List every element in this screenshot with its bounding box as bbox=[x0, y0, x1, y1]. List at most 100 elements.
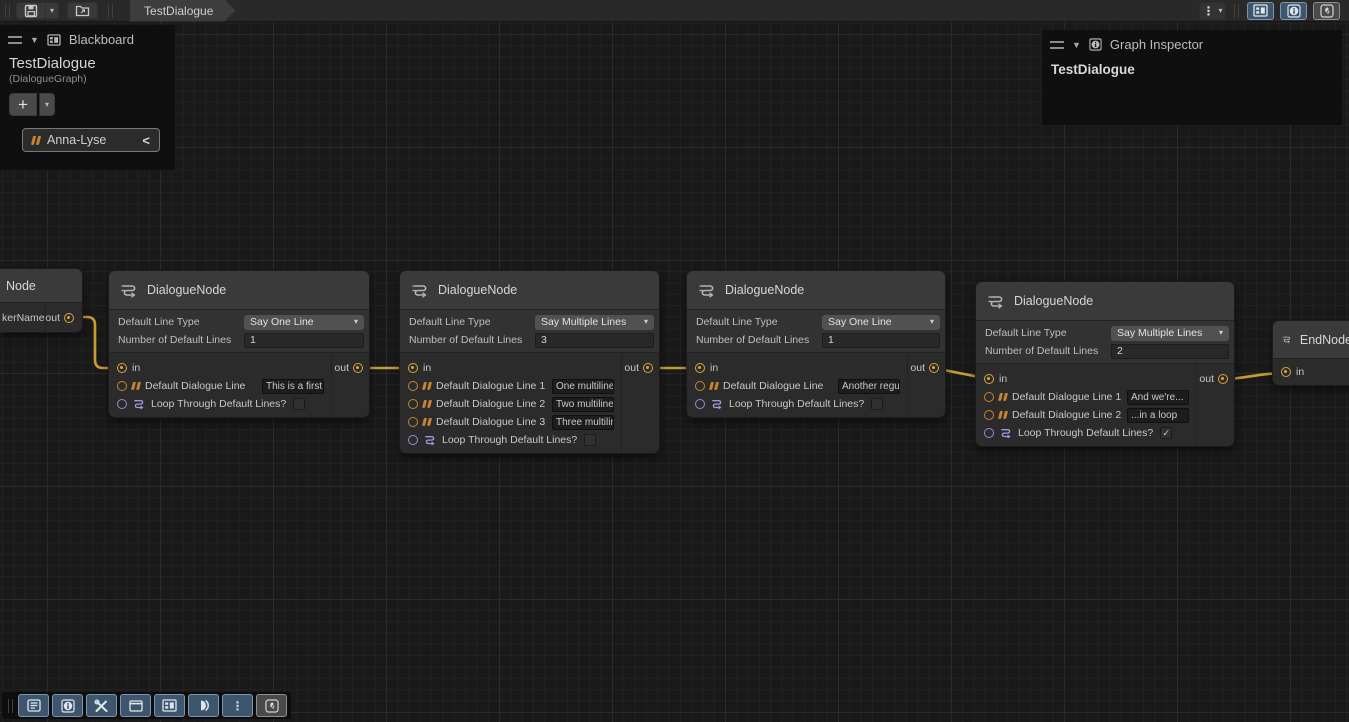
port-label: kerName bbox=[2, 312, 45, 324]
loop-port[interactable] bbox=[117, 399, 127, 409]
caret-down-icon: ▾ bbox=[1219, 329, 1223, 337]
in-port[interactable] bbox=[408, 363, 418, 373]
dialogue-line-field[interactable]: One multiline bbox=[552, 379, 614, 394]
inspector-button[interactable] bbox=[52, 694, 83, 717]
blackboard-panel[interactable]: ▼ Blackboard TestDialogue (DialogueGraph… bbox=[0, 25, 175, 170]
preview-toggle-button[interactable] bbox=[188, 694, 219, 717]
graph-options-button[interactable]: ⋮ ▾ bbox=[1199, 2, 1226, 20]
dialogue-node-2[interactable]: DialogueNode Default Line Type Say Multi… bbox=[399, 270, 660, 454]
num-lines-field[interactable]: 1 bbox=[822, 333, 940, 348]
dialogue-line-field[interactable]: Three multilin bbox=[552, 415, 614, 430]
graph-inspector-panel[interactable]: ▼ Graph Inspector TestDialogue bbox=[1042, 30, 1342, 125]
inspector-graph-name: TestDialogue bbox=[1042, 56, 1342, 83]
blackboard-toggle-button[interactable] bbox=[1247, 2, 1274, 20]
sprite-editor-button[interactable] bbox=[256, 694, 287, 717]
dialogue-line-port[interactable] bbox=[408, 417, 418, 427]
node-header[interactable]: EndNode bbox=[1273, 321, 1349, 359]
line-type-dropdown[interactable]: Say Multiple Lines ▾ bbox=[1111, 326, 1229, 341]
loop-checkbox[interactable] bbox=[871, 398, 883, 410]
more-options-button[interactable]: ⋮ bbox=[222, 694, 253, 717]
partial-start-node[interactable]: Node kerName out bbox=[0, 268, 83, 333]
out-port[interactable] bbox=[64, 313, 74, 323]
tools-button[interactable] bbox=[86, 694, 117, 717]
chevron-left-icon[interactable]: < bbox=[142, 133, 150, 148]
window-button[interactable] bbox=[120, 694, 151, 717]
end-node[interactable]: EndNode in bbox=[1272, 320, 1349, 386]
quote-icon bbox=[999, 411, 1007, 419]
out-port[interactable] bbox=[929, 363, 939, 373]
loop-port[interactable] bbox=[408, 435, 418, 445]
loop-port[interactable] bbox=[984, 428, 994, 438]
blackboard-header[interactable]: ▼ Blackboard bbox=[0, 25, 175, 51]
dialogue-line-port[interactable] bbox=[984, 392, 994, 402]
dialogue-line-label: Default Dialogue Line 2 bbox=[436, 398, 545, 410]
node-title: Node bbox=[6, 279, 36, 293]
add-property-button[interactable]: + bbox=[9, 93, 37, 116]
line-type-label: Default Line Type bbox=[985, 327, 1111, 339]
num-lines-field[interactable]: 3 bbox=[535, 333, 654, 348]
toolbar-drag-handle[interactable] bbox=[8, 699, 13, 713]
dialogue-line-port[interactable] bbox=[984, 410, 994, 420]
blackboard-icon bbox=[162, 699, 177, 712]
dialogue-line-port[interactable] bbox=[408, 399, 418, 409]
dialogue-line-field[interactable]: Two multiline bbox=[552, 397, 614, 412]
line-type-label: Default Line Type bbox=[409, 316, 535, 328]
node-header[interactable]: DialogueNode bbox=[687, 271, 945, 310]
dialogue-line-port[interactable] bbox=[117, 381, 127, 391]
node-header[interactable]: Node bbox=[0, 269, 82, 303]
loop-checkbox[interactable] bbox=[293, 398, 305, 410]
drag-grip-icon[interactable] bbox=[8, 36, 22, 44]
dialogue-node-icon bbox=[987, 294, 1006, 309]
save-button[interactable] bbox=[16, 2, 46, 19]
node-header[interactable]: DialogueNode bbox=[109, 271, 369, 310]
graph-inspector-header[interactable]: ▼ Graph Inspector bbox=[1042, 30, 1342, 56]
dialogue-line-label: Default Dialogue Line 1 bbox=[436, 380, 545, 392]
in-port[interactable] bbox=[117, 363, 127, 373]
tab-testdialogue[interactable]: TestDialogue bbox=[130, 0, 235, 22]
in-port[interactable] bbox=[1281, 367, 1291, 377]
dialogue-line-field[interactable]: This is a first bbox=[262, 379, 324, 394]
info-icon bbox=[61, 699, 75, 713]
node-header[interactable]: DialogueNode bbox=[976, 282, 1234, 321]
line-type-dropdown[interactable]: Say Multiple Lines ▾ bbox=[535, 315, 654, 330]
open-graph-button[interactable] bbox=[67, 2, 98, 19]
dialogue-node-3[interactable]: DialogueNode Default Line Type Say One L… bbox=[686, 270, 946, 418]
sprite-toggle-button[interactable] bbox=[1313, 2, 1340, 20]
in-port[interactable] bbox=[695, 363, 705, 373]
save-options-button[interactable]: ▾ bbox=[46, 2, 59, 19]
graph-canvas[interactable]: ▾ TestDialogue ⋮ ▾ bbox=[0, 0, 1349, 722]
dialogue-line-port[interactable] bbox=[695, 381, 705, 391]
blackboard-property-anna-lyse[interactable]: Anna-Lyse < bbox=[22, 128, 160, 152]
line-type-dropdown[interactable]: Say One Line ▾ bbox=[822, 315, 940, 330]
speaker-quote-icon bbox=[32, 136, 40, 145]
collapse-caret-icon[interactable]: ▼ bbox=[1072, 40, 1081, 50]
dialogue-line-field[interactable]: And we're... bbox=[1127, 390, 1189, 405]
loop-checkbox[interactable]: ✓ bbox=[1160, 427, 1172, 439]
in-port[interactable] bbox=[984, 374, 994, 384]
node-header[interactable]: DialogueNode bbox=[400, 271, 659, 310]
loop-port[interactable] bbox=[695, 399, 705, 409]
drag-grip-icon[interactable] bbox=[1050, 41, 1064, 49]
blackboard-button[interactable] bbox=[154, 694, 185, 717]
dialogue-node-4[interactable]: DialogueNode Default Line Type Say Multi… bbox=[975, 281, 1235, 447]
out-port[interactable] bbox=[353, 363, 363, 373]
line-type-dropdown[interactable]: Say One Line ▾ bbox=[244, 315, 364, 330]
inspector-toggle-button[interactable] bbox=[1280, 2, 1307, 20]
dialogue-line-field[interactable]: Another regu bbox=[838, 379, 900, 394]
node-title: DialogueNode bbox=[1014, 294, 1093, 308]
dropdown-value: Say Multiple Lines bbox=[1117, 327, 1202, 339]
collapse-caret-icon[interactable]: ▼ bbox=[30, 35, 39, 45]
toolbar-drag-handle[interactable] bbox=[5, 4, 10, 18]
out-port[interactable] bbox=[643, 363, 653, 373]
num-lines-field[interactable]: 1 bbox=[244, 333, 364, 348]
add-property-caret-button[interactable]: ▾ bbox=[39, 93, 55, 116]
loop-checkbox[interactable] bbox=[584, 434, 596, 446]
quote-icon bbox=[423, 418, 431, 426]
console-button[interactable] bbox=[18, 694, 49, 717]
open-folder-icon bbox=[75, 4, 90, 17]
out-port[interactable] bbox=[1218, 374, 1228, 384]
num-lines-field[interactable]: 2 bbox=[1111, 344, 1229, 359]
dialogue-node-1[interactable]: DialogueNode Default Line Type Say One L… bbox=[108, 270, 370, 418]
dialogue-line-field[interactable]: ...in a loop bbox=[1127, 408, 1189, 423]
dialogue-line-port[interactable] bbox=[408, 381, 418, 391]
